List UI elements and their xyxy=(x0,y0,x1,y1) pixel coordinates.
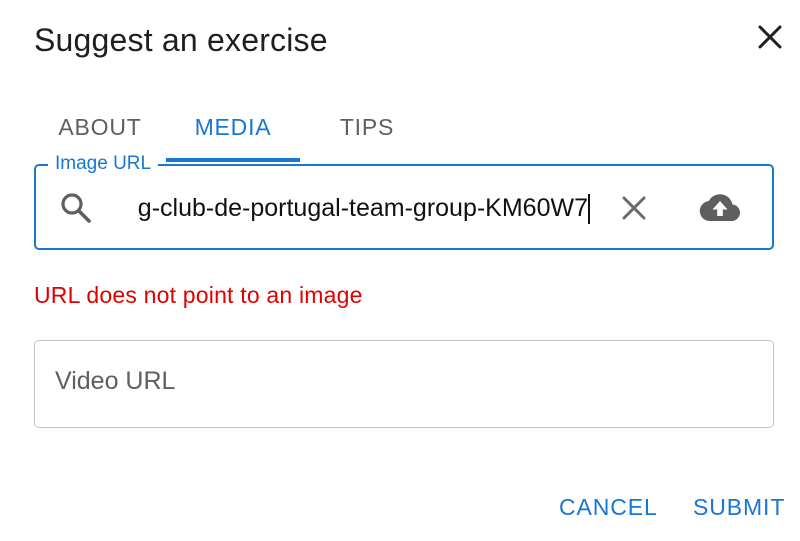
close-icon xyxy=(758,25,782,49)
image-url-error-message: URL does not point to an image xyxy=(34,282,363,308)
close-button[interactable] xyxy=(752,20,788,56)
clear-icon[interactable] xyxy=(616,190,652,226)
dialog-title: Suggest an exercise xyxy=(34,22,328,58)
video-url-field[interactable]: Video URL xyxy=(34,340,774,428)
active-tab-indicator xyxy=(166,158,300,162)
suggest-exercise-dialog: Suggest an exercise ABOUT MEDIA TIPS Ima… xyxy=(0,0,800,541)
image-url-value: g-club-de-portugal-team-group-KM60W7 xyxy=(137,194,588,222)
text-caret xyxy=(588,194,590,224)
image-url-label: Image URL xyxy=(48,152,159,176)
tab-about[interactable]: ABOUT xyxy=(34,100,166,158)
tab-media[interactable]: MEDIA xyxy=(166,100,300,158)
video-url-placeholder: Video URL xyxy=(55,367,176,395)
image-url-input[interactable]: g-club-de-portugal-team-group-KM60W7 xyxy=(106,186,588,230)
submit-button[interactable]: SUBMIT xyxy=(693,494,785,521)
cancel-button[interactable]: CANCEL xyxy=(559,494,658,521)
image-url-field[interactable]: Image URL g-club-de-portugal-team-group-… xyxy=(34,152,774,250)
search-icon xyxy=(61,193,91,223)
tab-tips[interactable]: TIPS xyxy=(300,100,434,158)
cloud-upload-icon[interactable] xyxy=(699,188,741,228)
